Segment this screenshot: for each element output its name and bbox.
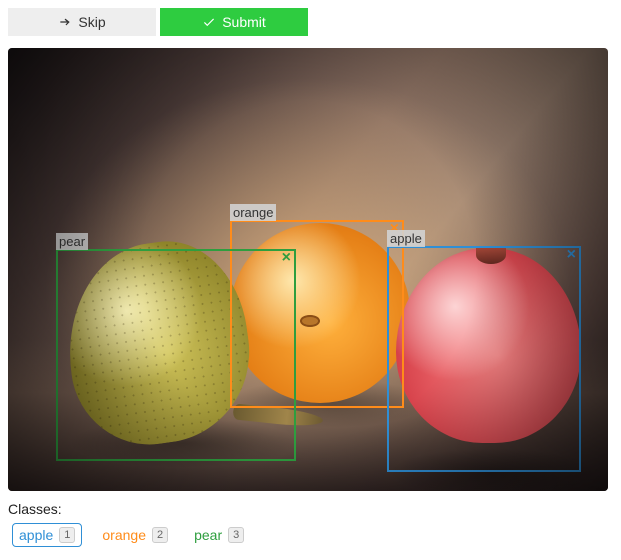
class-pills: apple 1 orange 2 pear 3 [8, 523, 613, 547]
submit-button[interactable]: Submit [160, 8, 308, 36]
class-pill-key: 1 [59, 527, 75, 543]
check-icon [202, 15, 216, 29]
arrow-right-icon [58, 15, 72, 29]
class-pill-label: orange [102, 527, 146, 543]
close-icon[interactable]: × [279, 249, 294, 267]
class-pill-key: 2 [152, 527, 168, 543]
class-pill-label: pear [194, 527, 222, 543]
close-icon[interactable]: × [564, 246, 579, 264]
submit-button-label: Submit [222, 14, 266, 30]
class-pill-key: 3 [228, 527, 244, 543]
skip-button[interactable]: Skip [8, 8, 156, 36]
class-pill-apple[interactable]: apple 1 [12, 523, 82, 547]
bbox-apple[interactable]: apple × [387, 246, 581, 472]
bbox-label: pear [56, 233, 88, 250]
bbox-label: orange [230, 204, 276, 221]
toolbar: Skip Submit [8, 8, 613, 36]
class-pill-label: apple [19, 527, 53, 543]
bbox-pear[interactable]: pear × [56, 249, 296, 461]
bbox-label: apple [387, 230, 425, 247]
skip-button-label: Skip [78, 14, 105, 30]
annotation-canvas[interactable]: orange × pear × apple × [8, 48, 608, 491]
class-pill-pear[interactable]: pear 3 [188, 524, 250, 546]
class-pill-orange[interactable]: orange 2 [96, 524, 174, 546]
classes-heading: Classes: [8, 501, 613, 517]
